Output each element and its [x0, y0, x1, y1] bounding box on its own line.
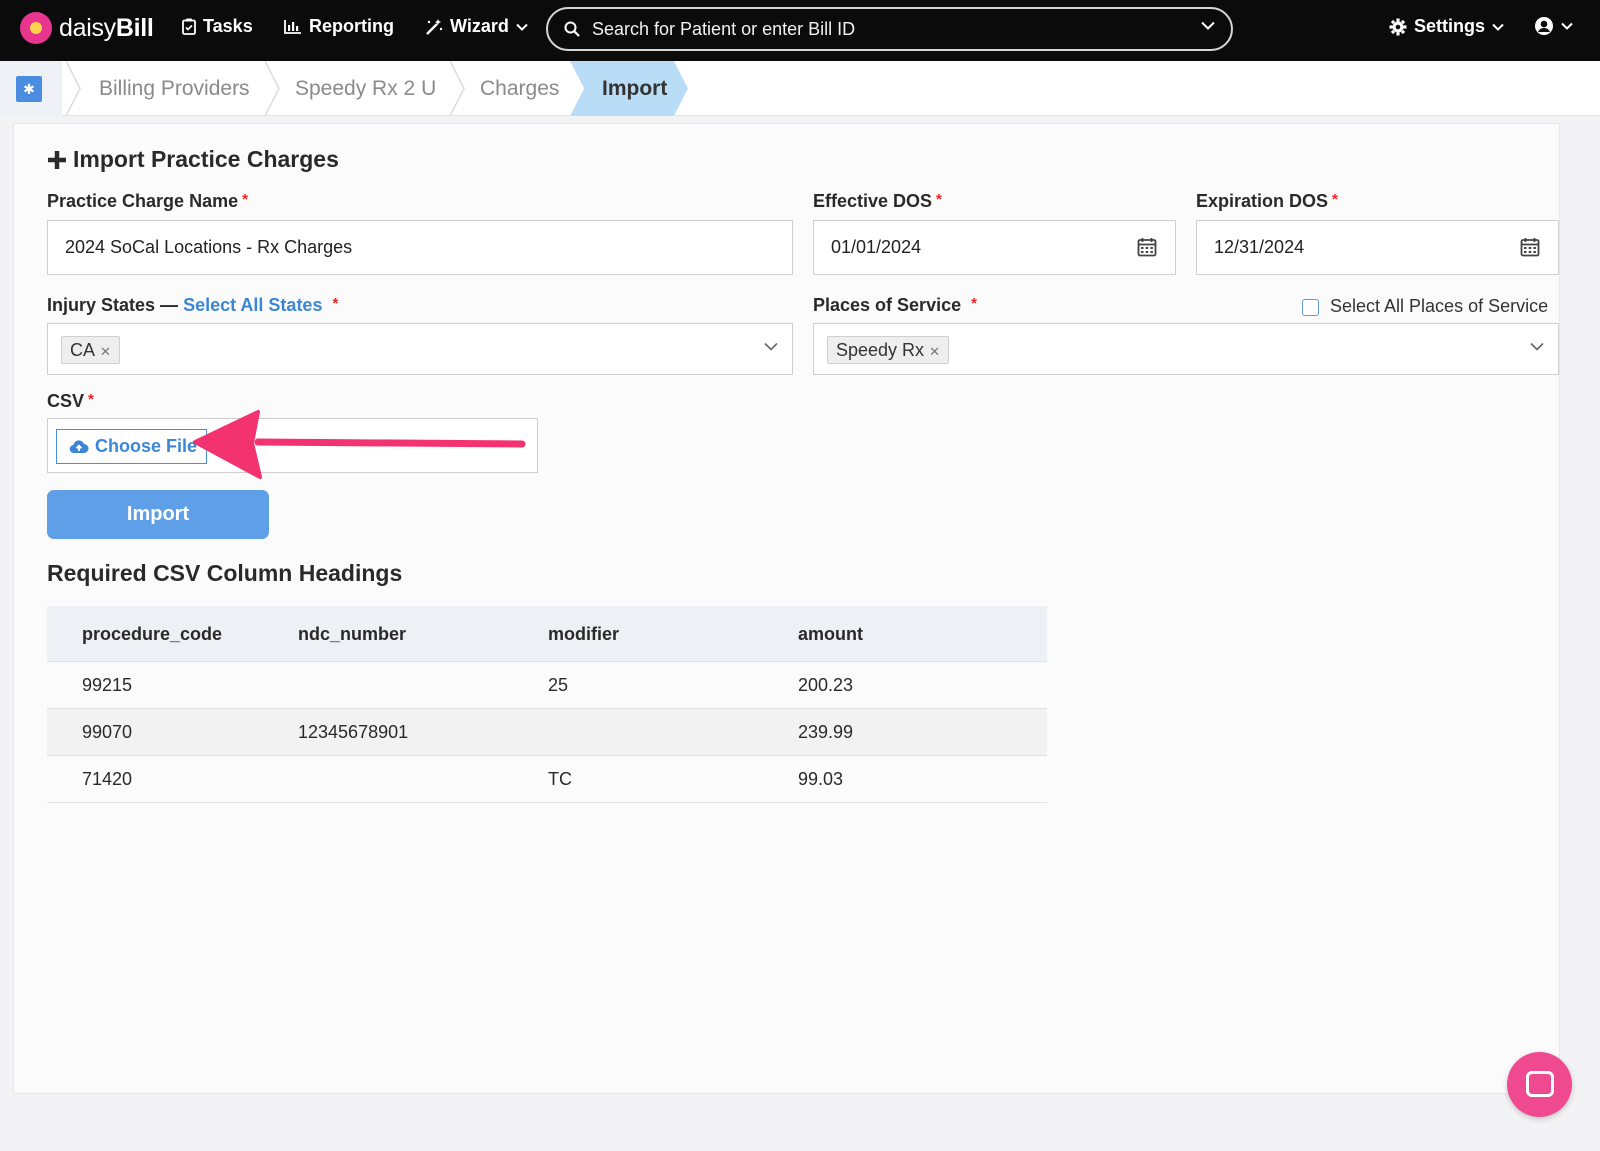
search-placeholder: Search for Patient or enter Bill ID [592, 18, 856, 39]
table-cell: 71420 [82, 769, 133, 789]
table-cell: 200.23 [798, 675, 854, 695]
chevron-down-icon [1561, 22, 1573, 30]
place-of-service-tag: Speedy Rx ✕ [827, 336, 949, 364]
page-title: Import Practice Charges [47, 146, 339, 173]
calendar-icon[interactable] [1520, 237, 1540, 257]
remove-tag-icon[interactable]: ✕ [100, 344, 111, 359]
chat-bubble-icon [1526, 1071, 1554, 1097]
nav-reporting[interactable]: Reporting [284, 16, 394, 37]
chevron-down-icon [516, 23, 528, 31]
clipboard-icon [182, 18, 196, 35]
daisy-logo-icon [20, 12, 52, 44]
select-all-places-label[interactable]: Select All Places of Service [1330, 296, 1548, 317]
table-cell: 99070 [82, 722, 133, 742]
charge-name-label: Practice Charge Name * [47, 191, 248, 211]
header-ndc-number: ndc_number [298, 624, 407, 644]
breadcrumb-import: Import [602, 77, 668, 100]
header-amount: amount [798, 624, 863, 644]
table-header-row: procedure_code ndc_number modifier amoun… [47, 606, 1047, 662]
plus-icon [48, 150, 66, 169]
places-of-service-label: Places of Service * [813, 295, 977, 315]
table-cell: TC [548, 769, 572, 789]
select-all-places-checkbox[interactable] [1302, 299, 1319, 316]
nav-settings[interactable]: Settings [1389, 16, 1504, 37]
breadcrumb-billing-providers[interactable]: Billing Providers [99, 61, 250, 116]
chat-launcher-button[interactable] [1507, 1052, 1572, 1117]
breadcrumb-separator [449, 61, 465, 116]
csv-headings-title: Required CSV Column Headings [47, 560, 403, 586]
bar-chart-icon [284, 20, 301, 34]
table-cell: 99215 [82, 675, 133, 695]
breadcrumb-separator [264, 61, 280, 116]
nav-wizard[interactable]: Wizard [425, 16, 528, 37]
breadcrumb-separator [65, 61, 81, 116]
injury-states-select[interactable]: CA ✕ [47, 323, 793, 375]
chevron-down-icon[interactable] [764, 342, 778, 351]
header-procedure-code: procedure_code [82, 624, 223, 644]
magic-wand-icon [426, 18, 443, 35]
breadcrumb-home[interactable]: ✱ [0, 61, 62, 116]
chevron-down-icon [1492, 23, 1504, 31]
expiration-dos-value: 12/31/2024 [1214, 237, 1305, 257]
csv-label: CSV * [47, 391, 94, 411]
top-navbar: daisyBill Tasks Reporting Wizard Search … [0, 0, 1600, 61]
table-row: 99215 25 200.23 [47, 662, 1047, 709]
header-modifier: modifier [548, 624, 620, 644]
chevron-down-icon[interactable] [1530, 342, 1544, 351]
effective-dos-value: 01/01/2024 [831, 237, 922, 257]
search-icon [564, 21, 580, 37]
effective-dos-input[interactable]: 01/01/2024 [813, 220, 1176, 275]
table-row: 99070 12345678901 239.99 [47, 709, 1047, 756]
choose-file-label: Choose File [95, 436, 198, 456]
table-cell: 99.03 [798, 769, 844, 789]
csv-headings-table: procedure_code ndc_number modifier amoun… [47, 606, 1047, 803]
user-circle-icon [1535, 17, 1553, 35]
table-row: 71420 TC 99.03 [47, 756, 1047, 803]
gear-icon [1389, 18, 1407, 35]
breadcrumb: ✱ Billing Providers Speedy Rx 2 U Charge… [0, 61, 1600, 116]
user-account-menu[interactable] [1534, 16, 1573, 36]
table-cell: 25 [548, 675, 569, 695]
nav-tasks-label: Tasks [203, 16, 253, 36]
chevron-down-icon[interactable] [1201, 21, 1215, 30]
table-cell: 239.99 [798, 722, 854, 742]
brand-name: daisyBill [59, 13, 154, 42]
choose-file-button[interactable]: Choose File [56, 429, 207, 464]
charge-name-input[interactable]: 2024 SoCal Locations - Rx Charges [47, 220, 793, 275]
nav-tasks[interactable]: Tasks [182, 16, 253, 37]
nav-wizard-label: Wizard [450, 16, 509, 36]
daisybill-logo[interactable]: daisyBill [20, 12, 154, 44]
breadcrumb-charges[interactable]: Charges [480, 61, 559, 116]
cloud-upload-icon [69, 439, 89, 453]
import-button[interactable]: Import [47, 490, 269, 539]
select-all-states-link[interactable]: Select All States [183, 295, 322, 315]
effective-dos-label: Effective DOS * [813, 191, 942, 211]
breadcrumb-provider[interactable]: Speedy Rx 2 U [295, 61, 436, 116]
expiration-dos-input[interactable]: 12/31/2024 [1196, 220, 1559, 275]
nav-reporting-label: Reporting [309, 16, 394, 36]
injury-states-label: Injury States — Select All States * [47, 295, 339, 315]
patient-search-input[interactable]: Search for Patient or enter Bill ID [546, 7, 1233, 51]
page-title-text: Import Practice Charges [73, 146, 339, 172]
expiration-dos-label: Expiration DOS * [1196, 191, 1338, 211]
nav-settings-label: Settings [1414, 16, 1486, 36]
table-cell: 12345678901 [298, 722, 409, 742]
places-of-service-select[interactable]: Speedy Rx ✕ [813, 323, 1559, 375]
calendar-icon[interactable] [1137, 237, 1157, 257]
remove-tag-icon[interactable]: ✕ [929, 344, 940, 359]
injury-state-tag: CA ✕ [61, 336, 120, 364]
practice-home-icon: ✱ [16, 76, 42, 102]
